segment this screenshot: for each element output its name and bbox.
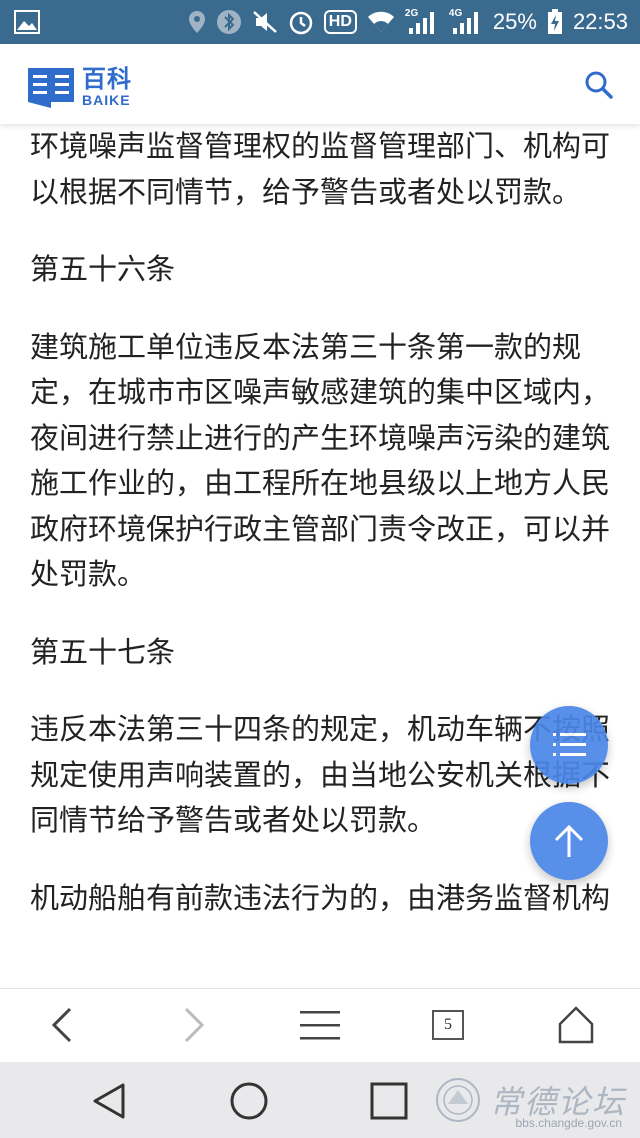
battery-charging-icon xyxy=(547,9,563,35)
tab-count: 5 xyxy=(432,1010,464,1040)
book-logo-icon xyxy=(28,68,74,108)
back-icon[interactable] xyxy=(40,1003,84,1047)
home-icon[interactable] xyxy=(554,1003,598,1047)
app-header: 百科 BAIKE xyxy=(0,44,640,124)
bluetooth-icon xyxy=(216,9,242,35)
logo-title: 百科 xyxy=(82,65,132,93)
nav-recents-icon[interactable] xyxy=(364,1076,414,1126)
watermark-text: 常德论坛 xyxy=(489,1083,626,1121)
nav-back-icon[interactable] xyxy=(84,1076,134,1126)
mute-icon xyxy=(252,10,278,34)
article-paragraph: 机动船舶有前款违法行为的，由港务监督机构 xyxy=(30,880,611,915)
search-icon[interactable] xyxy=(584,70,614,100)
hd-icon: HD xyxy=(323,10,357,34)
forward-icon[interactable] xyxy=(172,1003,216,1047)
nav-home-icon[interactable] xyxy=(224,1076,274,1126)
baike-logo[interactable]: 百科 BAIKE xyxy=(28,66,132,108)
browser-toolbar: 5 xyxy=(0,988,640,1063)
tabs-icon[interactable]: 5 xyxy=(426,1003,470,1047)
status-bar: HD 2G 4G 25% 22:53 xyxy=(0,0,640,44)
logo-subtitle: BAIKE xyxy=(82,92,131,108)
battery-percent: 25% xyxy=(492,9,537,34)
article-paragraph: 建筑施工单位违反本法第三十条第一款的规定，在城市市区噪声敏感建筑的集中区域内，夜… xyxy=(30,329,611,592)
article-heading: 第五十七条 xyxy=(30,634,176,669)
toc-button[interactable] xyxy=(530,706,608,784)
signal-4g-icon: 4G xyxy=(449,8,483,36)
article-paragraph: 环境噪声监督管理权的监督管理部门、机构可以根据不同情节，给予警告或者处以罚款。 xyxy=(30,129,611,209)
signal-2g-icon: 2G xyxy=(405,8,439,36)
article-heading: 第五十六条 xyxy=(30,252,176,286)
watermark: 常德论坛 xyxy=(434,1076,626,1124)
arrow-up-icon xyxy=(554,824,584,857)
image-icon xyxy=(14,10,40,34)
location-icon xyxy=(188,10,206,34)
wifi-icon xyxy=(367,11,395,33)
list-icon xyxy=(553,733,586,756)
forum-seal-icon xyxy=(435,1078,480,1122)
menu-icon[interactable] xyxy=(298,1003,342,1047)
article-paragraph: 违反本法第三十四条的规定，机动车辆不按照规定使用声响装置的，由当地公安机关根据不… xyxy=(30,712,611,837)
clock: 22:53 xyxy=(572,9,628,34)
alarm-icon xyxy=(288,9,314,35)
back-to-top-button[interactable] xyxy=(530,802,608,880)
